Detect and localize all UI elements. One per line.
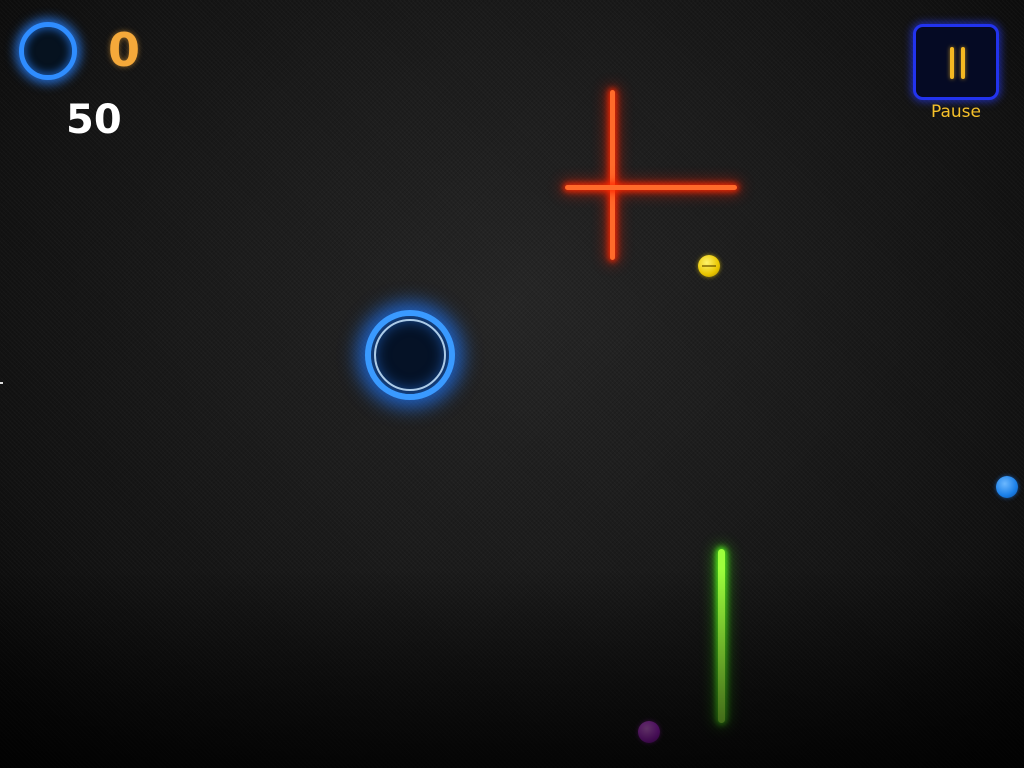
- purple-dot: [638, 721, 660, 743]
- edge-marker: [0, 382, 3, 384]
- green-bar-obstacle: [718, 549, 725, 723]
- red-cross-obstacle-vertical: [610, 90, 615, 260]
- pause-label: Pause: [931, 102, 981, 122]
- blue-ring-icon: [19, 22, 77, 80]
- pause-icon: [948, 47, 968, 79]
- yellow-dot: [698, 255, 720, 277]
- remaining-counter: 50: [66, 97, 122, 143]
- game-field[interactable]: 0 50 Pause: [0, 0, 1024, 768]
- red-cross-obstacle-horizontal: [565, 185, 737, 190]
- player-ring[interactable]: [365, 310, 455, 400]
- pause-button[interactable]: [913, 24, 999, 100]
- score-counter: 0: [108, 23, 141, 77]
- blue-dot: [996, 476, 1018, 498]
